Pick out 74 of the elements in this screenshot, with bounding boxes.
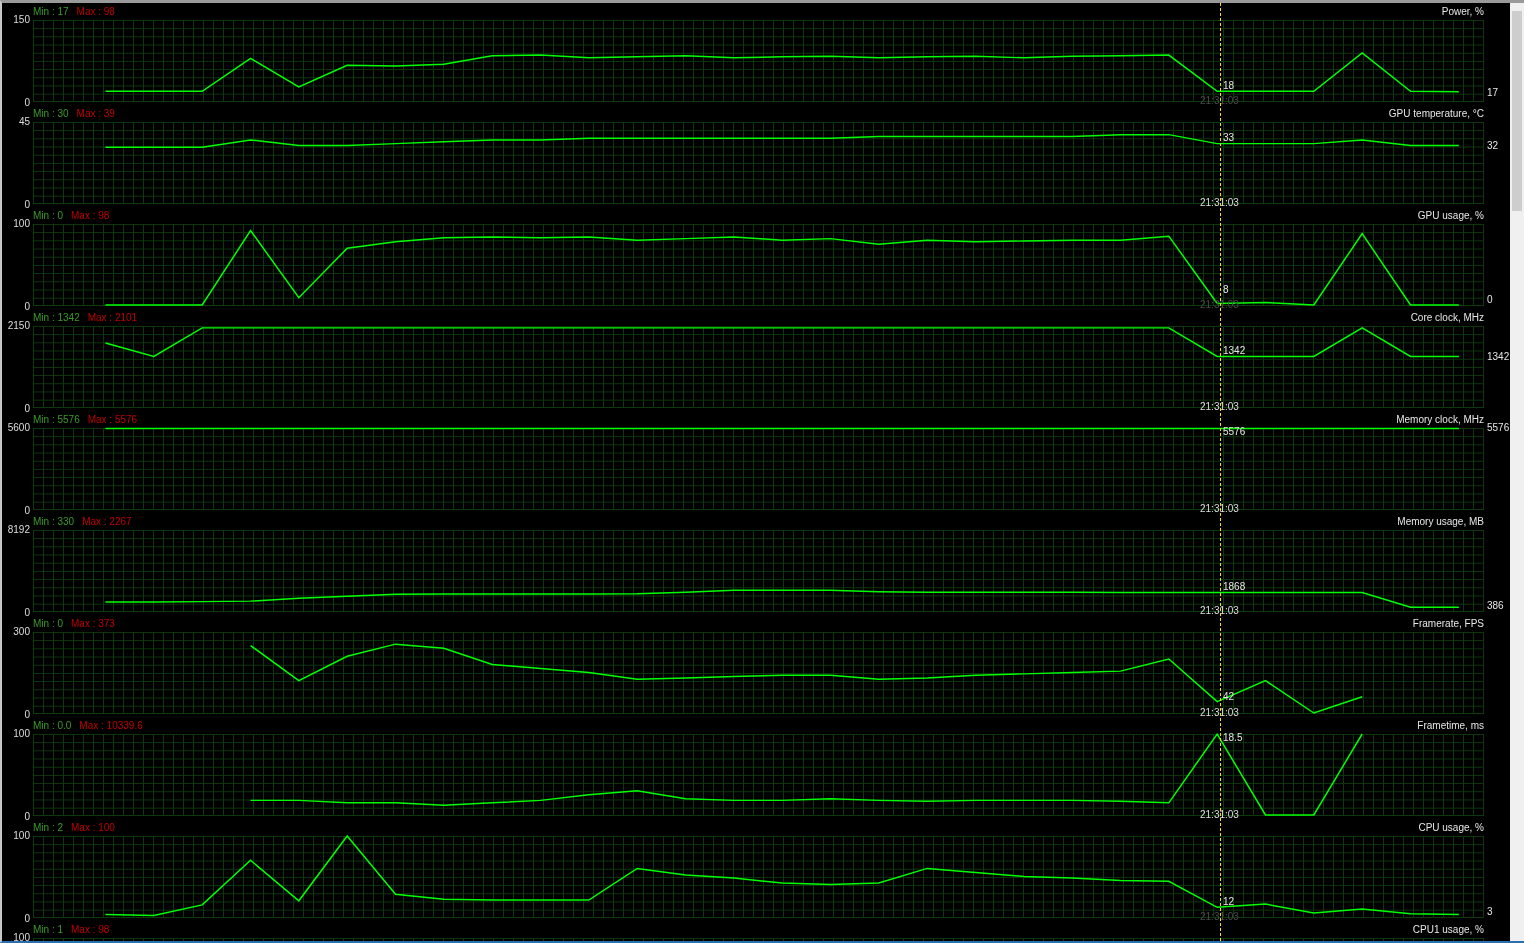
axis-tick-label: 0 <box>24 607 30 618</box>
axis-tick-label: 0 <box>24 913 30 924</box>
axis-tick-label: 300 <box>13 626 30 637</box>
min-value: Min : 1 <box>33 924 63 935</box>
min-value: Min : 17 <box>33 6 69 17</box>
axis-tick-label: 45 <box>18 116 30 127</box>
chart-title: GPU temperature, °C <box>1388 108 1484 119</box>
cursor-value: 1342 <box>1223 344 1246 357</box>
axis-tick-label: 0 <box>24 301 30 312</box>
chart-title: Memory usage, MB <box>1397 516 1484 527</box>
cursor-time: 21:31:03 <box>1200 197 1239 209</box>
max-value: Max : 2101 <box>87 312 138 323</box>
chart-title: Memory clock, MHz <box>1396 414 1484 425</box>
axis-tick-label: 0 <box>24 97 30 108</box>
chart-title: Framerate, FPS <box>1412 618 1484 629</box>
axis-tick-label: 2150 <box>7 320 30 331</box>
axis-tick-label: 100 <box>13 932 30 941</box>
axis-tick-label: 0 <box>24 709 30 720</box>
current-value: 386 <box>1487 600 1504 612</box>
axis-tick-label: 5600 <box>7 422 30 433</box>
max-value: Max : 39 <box>76 108 115 119</box>
current-value: 0 <box>1487 294 1493 306</box>
cursor-time: 21:31:03 <box>1200 911 1239 923</box>
max-value: Max : 98 <box>71 210 110 221</box>
cursor-time: 21:31:03 <box>1200 605 1239 617</box>
cursor-value: 8 <box>1223 284 1229 296</box>
min-value: Min : 0 <box>33 210 63 221</box>
scroll-thumb[interactable] <box>1512 11 1522 211</box>
max-value: Max : 5576 <box>87 414 138 425</box>
cursor-value: 12 <box>1223 896 1235 908</box>
min-value: Min : 5576 <box>33 414 80 425</box>
min-value: Min : 1342 <box>33 312 80 323</box>
max-value: Max : 98 <box>71 924 110 935</box>
min-value: Min : 0.0 <box>33 720 72 731</box>
current-value: 1342 <box>1487 350 1510 363</box>
cursor-value: 1868 <box>1223 581 1246 594</box>
chart-title: Core clock, MHz <box>1410 312 1484 323</box>
chart-title: Frametime, ms <box>1417 720 1484 731</box>
current-value: 17 <box>1487 86 1499 99</box>
cursor-time: 21:31:03 <box>1200 707 1239 719</box>
cursor-time: 21:31:03 <box>1200 401 1239 413</box>
chart-title: Power, % <box>1441 6 1484 17</box>
axis-tick-label: 8192 <box>7 524 30 535</box>
current-value: 32 <box>1487 139 1499 152</box>
current-value: 5576 <box>1487 422 1510 435</box>
chart-title: CPU usage, % <box>1418 822 1484 833</box>
current-value: 3 <box>1487 906 1493 918</box>
min-value: Min : 2 <box>33 822 63 833</box>
cursor-time: 21:31:03 <box>1200 95 1239 107</box>
cursor-value: 5576 <box>1223 426 1246 438</box>
axis-tick-label: 100 <box>13 728 30 739</box>
max-value: Max : 10339.6 <box>79 720 143 731</box>
max-value: Max : 2267 <box>82 516 132 527</box>
axis-tick-label: 100 <box>13 218 30 229</box>
axis-tick-label: 0 <box>24 505 30 516</box>
cursor-value: 18 <box>1223 80 1235 92</box>
chart-title: GPU usage, % <box>1417 210 1484 221</box>
cursor-value: 33 <box>1223 131 1235 144</box>
axis-tick-label: 0 <box>24 811 30 822</box>
max-value: Max : 373 <box>71 618 115 629</box>
min-value: Min : 30 <box>33 108 69 119</box>
cursor-time: 21:31:03 <box>1200 503 1239 515</box>
min-value: Min : 0 <box>33 618 63 629</box>
scrollbar[interactable] <box>1510 3 1524 941</box>
chart-title: CPU1 usage, % <box>1412 924 1484 935</box>
max-value: Max : 98 <box>76 6 115 17</box>
axis-tick-label: 150 <box>13 14 30 25</box>
max-value: Max : 100 <box>71 822 115 833</box>
cursor-value: 18.5 <box>1223 732 1243 744</box>
axis-tick-label: 100 <box>13 830 30 841</box>
axis-tick-label: 0 <box>24 403 30 414</box>
axis-tick-label: 0 <box>24 199 30 210</box>
min-value: Min : 330 <box>33 516 75 527</box>
cursor-time: 21:31:03 <box>1200 809 1239 821</box>
